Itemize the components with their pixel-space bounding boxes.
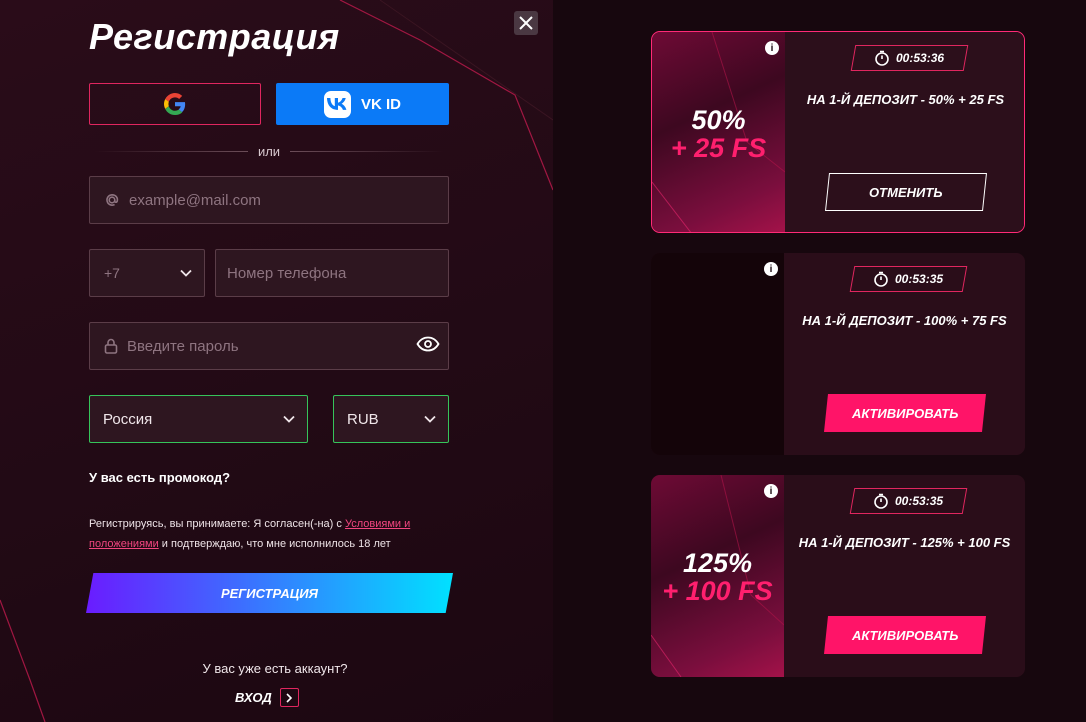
promo-code-link[interactable]: У вас есть промокод? (89, 470, 230, 485)
bonus-card[interactable]: i 00:53:35 НА 1-Й ДЕПОЗИТ - 100% + 75 FS… (651, 253, 1025, 455)
phone-placeholder: Номер телефона (227, 264, 347, 282)
chevron-down-icon (283, 411, 295, 428)
cancel-bonus-button[interactable]: ОТМЕНИТЬ (825, 173, 987, 211)
lock-icon (104, 338, 118, 354)
password-field[interactable]: Введите пароль (89, 322, 449, 370)
close-button[interactable] (514, 11, 538, 35)
chevron-down-icon (424, 411, 436, 428)
email-field[interactable]: example@mail.com (89, 176, 449, 224)
bonus-percent: 50% + 25 FS (670, 105, 767, 163)
bonus-card[interactable]: i 125% + 100 FS 00:53:35 НА 1-Й ДЕПОЗИТ … (651, 475, 1025, 677)
bonus-image (651, 253, 784, 455)
bonus-details: 00:53:35 НА 1-Й ДЕПОЗИТ - 125% + 100 FS … (784, 475, 1025, 677)
terms-text: Регистрируясь, вы принимаете: Я согласен… (89, 518, 411, 550)
bonus-title: НА 1-Й ДЕПОЗИТ - 50% + 25 FS (806, 92, 1005, 107)
login-link[interactable]: ВХОД (235, 688, 299, 707)
bonus-card[interactable]: i 50% + 25 FS 00:53:36 НА 1-Й ДЕПОЗИТ - … (651, 31, 1025, 233)
login-label: ВХОД (235, 690, 272, 705)
have-account-text: У вас уже есть аккаунт? (202, 661, 348, 676)
currency-select[interactable]: RUB (333, 395, 449, 443)
bonus-details: 00:53:36 НА 1-Й ДЕПОЗИТ - 50% + 25 FS ОТ… (785, 32, 1024, 232)
register-button[interactable]: РЕГИСТРАЦИЯ (86, 573, 453, 613)
info-icon[interactable]: i (764, 262, 778, 276)
bonus-timer: 00:53:35 (849, 488, 968, 514)
page-title: Регистрация (89, 16, 340, 57)
or-divider: или (95, 142, 444, 160)
password-placeholder: Введите пароль (127, 337, 239, 355)
bonus-title: НА 1-Й ДЕПОЗИТ - 125% + 100 FS (798, 535, 1011, 550)
phone-code-select[interactable]: +7 (89, 249, 205, 297)
activate-bonus-button[interactable]: АКТИВИРОВАТЬ (824, 394, 986, 432)
vk-label: VK ID (360, 95, 401, 113)
stopwatch-icon (874, 493, 889, 509)
google-login-button[interactable] (89, 83, 261, 125)
chevron-right-icon (279, 688, 299, 707)
or-text: или (257, 143, 281, 159)
google-icon (164, 93, 186, 115)
bonus-title: НА 1-Й ДЕПОЗИТ - 100% + 75 FS (802, 313, 1007, 328)
bonus-percent: 125% + 100 FS (662, 548, 773, 606)
at-icon (104, 192, 120, 208)
email-placeholder: example@mail.com (129, 191, 261, 209)
bonus-details: 00:53:35 НА 1-Й ДЕПОЗИТ - 100% + 75 FS А… (784, 253, 1025, 455)
phone-input[interactable]: Номер телефона (215, 249, 449, 297)
currency-value: RUB (347, 410, 379, 428)
info-icon[interactable]: i (764, 484, 778, 498)
eye-icon[interactable] (416, 336, 440, 356)
phone-code: +7 (104, 265, 120, 281)
registration-panel: Регистрация VK ID или example@mail.com +… (0, 0, 553, 722)
stopwatch-icon (874, 271, 889, 287)
bonus-timer: 00:53:35 (849, 266, 968, 292)
vk-icon (323, 90, 351, 118)
stopwatch-icon (875, 50, 890, 66)
vk-login-button[interactable]: VK ID (276, 83, 449, 125)
chevron-down-icon (180, 265, 192, 282)
close-icon (519, 16, 533, 30)
activate-bonus-button[interactable]: АКТИВИРОВАТЬ (824, 616, 986, 654)
bonus-timer: 00:53:36 (850, 45, 969, 71)
country-value: Россия (103, 410, 153, 428)
country-select[interactable]: Россия (89, 395, 308, 443)
info-icon[interactable]: i (765, 41, 779, 55)
